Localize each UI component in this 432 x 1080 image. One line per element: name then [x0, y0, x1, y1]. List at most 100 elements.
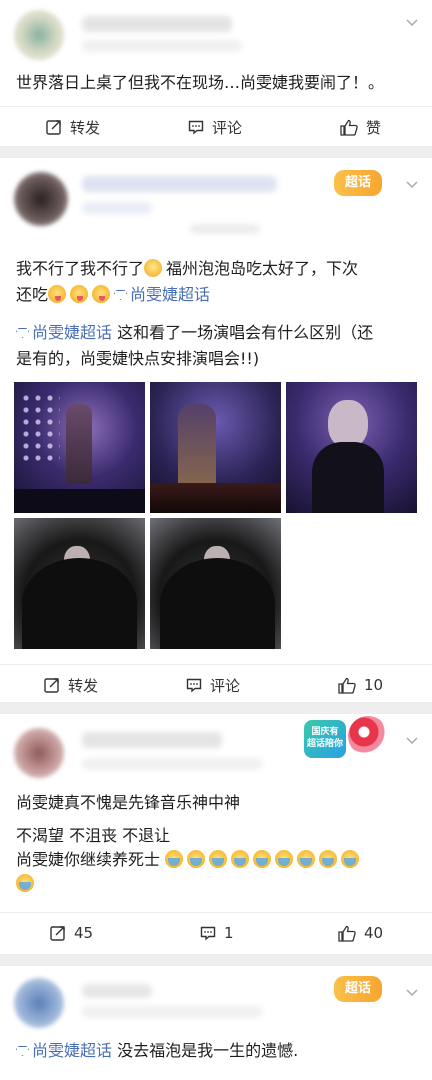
badge-line: 超话陪你	[306, 739, 343, 749]
repost-icon	[50, 926, 65, 941]
super-topic-badge[interactable]: 超话	[334, 170, 382, 196]
like-count: 40	[364, 924, 384, 942]
post-meta-blurred	[190, 224, 260, 234]
divider	[0, 954, 432, 966]
crying-face-emoji-icon	[341, 850, 360, 868]
like-button[interactable]: 10	[338, 665, 383, 705]
post-meta-blurred	[82, 202, 152, 214]
avatar[interactable]	[14, 172, 68, 226]
text-segment: 没去福泡是我一生的遗憾.	[117, 1041, 299, 1060]
username-blurred[interactable]	[82, 732, 222, 748]
thumbs-up-icon	[340, 119, 358, 136]
chevron-down-icon[interactable]	[406, 734, 418, 746]
avatar[interactable]	[14, 728, 64, 778]
chevron-down-icon[interactable]	[406, 16, 418, 28]
crying-face-emoji-icon	[319, 850, 338, 868]
repost-count: 45	[74, 924, 94, 942]
crying-face-emoji-icon	[297, 850, 316, 868]
comment-label: 评论	[210, 676, 241, 695]
avatar[interactable]	[14, 978, 64, 1028]
comment-count: 1	[224, 924, 234, 942]
photo-thumbnail[interactable]	[150, 382, 281, 513]
comment-button[interactable]: 评论	[188, 107, 242, 147]
like-button[interactable]: 赞	[340, 107, 381, 147]
like-count: 10	[364, 676, 384, 694]
action-bar: 转发 评论 赞	[0, 106, 432, 146]
repost-button[interactable]: 45	[50, 913, 93, 953]
text-segment: 这和看了一场演唱会有什么区别（还	[117, 323, 374, 342]
text-segment: 尚雯婕你继续养死士	[16, 850, 161, 869]
divider	[0, 146, 432, 158]
repost-icon	[46, 120, 61, 135]
thumbs-up-icon	[338, 677, 356, 694]
badge-line: 国庆有	[311, 727, 339, 737]
crying-face-emoji-icon	[16, 874, 34, 892]
crying-face-emoji-icon	[275, 850, 294, 868]
comment-icon	[188, 120, 204, 135]
post-text: 不渴望 不沮丧 不退让 尚雯婕你继续养死士	[16, 824, 421, 896]
super-topic-badge[interactable]: 超话	[334, 976, 382, 1002]
like-label: 赞	[366, 118, 382, 137]
crying-face-emoji-icon	[209, 850, 228, 868]
text-segment: 我不行了我不行了	[16, 259, 145, 278]
crying-face-emoji-icon	[253, 850, 272, 868]
avatar[interactable]	[14, 10, 64, 60]
mascot-icon	[348, 716, 388, 756]
post-text: 世界落日上桌了但我不在现场…尚雯婕我要闹了！。	[16, 73, 385, 92]
diamond-icon	[114, 290, 128, 300]
username-blurred[interactable]	[82, 16, 232, 32]
yum-face-emoji-icon	[70, 285, 89, 303]
post-text: 尚雯婕超话 没去福泡是我一生的遗憾.	[16, 1038, 421, 1064]
yum-face-emoji-icon	[92, 285, 111, 303]
post-card-3: 国庆有 超话陪你 尚雯婕真不愧是先锋音乐神中神 不渴望 不沮丧 不退让 尚雯婕你…	[0, 714, 432, 954]
comment-icon	[200, 926, 216, 941]
text-segment: 是有的，尚雯婕快点安排演唱会!!)	[16, 349, 260, 368]
topic-link[interactable]: 尚雯婕超话	[16, 1041, 112, 1060]
divider	[0, 702, 432, 714]
post-meta-blurred	[82, 40, 242, 52]
thumbs-up-icon	[338, 925, 356, 942]
username-blurred[interactable]	[82, 176, 277, 192]
photo-thumbnail[interactable]	[150, 518, 281, 649]
post-card-4: 超话 尚雯婕超话 没去福泡是我一生的遗憾.	[0, 966, 432, 1080]
comment-button[interactable]: 评论	[186, 665, 240, 705]
topic-label: 尚雯婕超话	[32, 323, 113, 342]
crying-face-emoji-icon	[231, 850, 250, 868]
repost-button[interactable]: 转发	[46, 107, 100, 147]
post-meta-blurred	[82, 758, 262, 770]
topic-link[interactable]: 尚雯婕超话	[16, 323, 112, 342]
post-text: 我不行了我不行了 福州泡泡岛吃太好了，下次 还吃 尚雯婕超话	[16, 256, 421, 308]
chevron-down-icon[interactable]	[406, 986, 418, 998]
photo-thumbnail[interactable]	[286, 382, 417, 513]
action-bar: 转发 评论 10	[0, 664, 432, 704]
crying-face-emoji-icon	[187, 850, 206, 868]
post-text: 尚雯婕超话 这和看了一场演唱会有什么区别（还 是有的，尚雯婕快点安排演唱会!!)	[16, 320, 421, 372]
repost-label: 转发	[68, 676, 99, 695]
diamond-icon	[16, 1046, 29, 1056]
holiday-topic-badge[interactable]: 国庆有 超话陪你	[304, 720, 346, 758]
comment-icon	[186, 678, 202, 693]
comment-label: 评论	[212, 118, 243, 137]
username-blurred[interactable]	[82, 984, 152, 998]
comment-button[interactable]: 1	[200, 913, 234, 953]
topic-link[interactable]: 尚雯婕超话	[114, 285, 210, 304]
text-segment: 还吃	[16, 285, 49, 304]
photo-thumbnail[interactable]	[14, 382, 145, 513]
post-card-2: 超话 我不行了我不行了 福州泡泡岛吃太好了，下次 还吃 尚雯婕超话 尚雯婕超话 这和…	[0, 158, 432, 708]
post-card-1: 世界落日上桌了但我不在现场…尚雯婕我要闹了！。 转发 评论 赞	[0, 0, 432, 150]
crying-face-emoji-icon	[165, 850, 184, 868]
chevron-down-icon[interactable]	[406, 178, 418, 190]
repost-button[interactable]: 转发	[44, 665, 98, 705]
pleading-face-emoji-icon	[144, 259, 163, 277]
text-segment: 不渴望 不沮丧 不退让	[16, 826, 171, 845]
action-bar: 45 1 40	[0, 912, 432, 952]
like-button[interactable]: 40	[338, 913, 383, 953]
diamond-icon	[16, 328, 29, 338]
photo-thumbnail[interactable]	[14, 518, 145, 649]
yum-face-emoji-icon	[48, 285, 67, 303]
text-segment: 福州泡泡岛吃太好了，下次	[166, 259, 359, 278]
post-meta-blurred	[82, 1006, 262, 1018]
repost-icon	[44, 678, 59, 693]
repost-label: 转发	[70, 118, 101, 137]
topic-label: 尚雯婕超话	[32, 1041, 113, 1060]
